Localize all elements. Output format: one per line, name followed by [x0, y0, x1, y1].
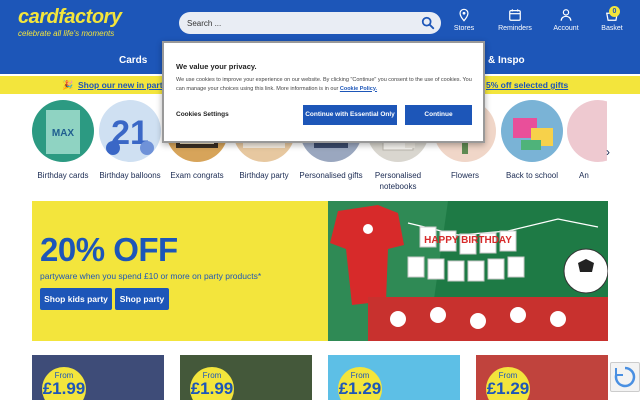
cookie-body: We use cookies to improve your experienc…	[176, 76, 472, 93]
cookie-body-text: We use cookies to improve your experienc…	[176, 77, 472, 92]
cookies-settings-link[interactable]: Cookies Settings	[176, 111, 229, 118]
page: cardfactory celebrate all life's moments…	[0, 0, 640, 400]
continue-button[interactable]: Continue	[405, 105, 472, 125]
continue-essential-button[interactable]: Continue with Essential Only	[303, 105, 397, 125]
cookie-policy-link[interactable]: Cookie Policy.	[340, 86, 377, 92]
cookie-consent-dialog: We value your privacy. We use cookies to…	[162, 41, 485, 143]
cookie-title: We value your privacy.	[176, 62, 257, 71]
